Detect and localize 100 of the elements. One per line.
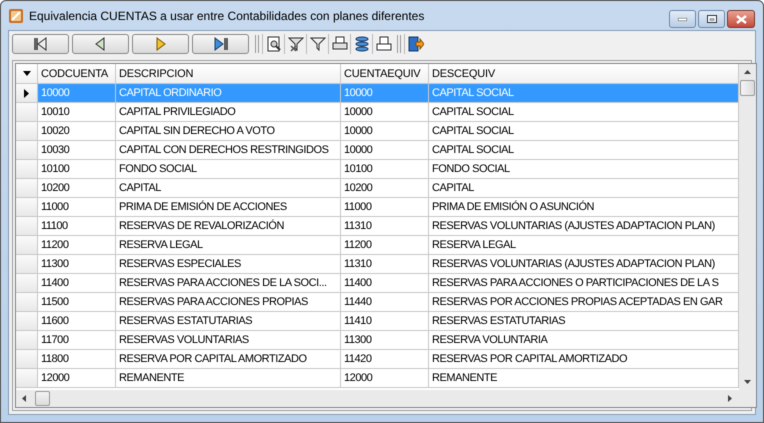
table-cell: RESERVAS PARA ACCIONES O PARTICIPACIONES DE LA S — [429, 274, 739, 293]
table-cell: FONDO SOCIAL — [116, 160, 341, 179]
maximize-icon — [706, 15, 716, 23]
table-cell: CAPITAL — [429, 179, 739, 198]
table-cell: 11100 — [38, 217, 116, 236]
table-cell: CAPITAL SOCIAL — [429, 103, 739, 122]
table-cell: 10000 — [341, 141, 429, 160]
column-header[interactable]: DESCEQUIV — [429, 64, 739, 84]
close-button[interactable] — [727, 10, 755, 28]
table-cell: 10000 — [38, 84, 116, 103]
table-cell: 10000 — [341, 84, 429, 103]
table-cell: RESERVAS ESPECIALES — [116, 255, 341, 274]
table-cell: 11310 — [341, 255, 429, 274]
table-cell: 11410 — [341, 312, 429, 331]
table-cell: RESERVAS VOLUNTARIAS (AJUSTES ADAPTACION PLAN) — [429, 255, 739, 274]
table-cell: 10030 — [38, 141, 116, 160]
exit-door-icon — [408, 36, 424, 52]
table-cell: 11000 — [38, 198, 116, 217]
table-cell: 11700 — [38, 331, 116, 350]
table-cell: RESERVAS ESTATUTARIAS — [429, 312, 739, 331]
current-row-icon — [24, 88, 29, 98]
window-title: Equivalencia CUENTAS a usar entre Contabilidades con planes diferentes — [29, 8, 424, 24]
column-header[interactable]: CUENTAEQUIV — [341, 64, 429, 84]
table-cell: 11600 — [38, 312, 116, 331]
scroll-up-icon — [744, 70, 751, 74]
scroll-down-icon — [744, 380, 751, 384]
table-cell: RESERVAS POR CAPITAL AMORTIZADO — [429, 350, 739, 369]
table-cell: RESERVAS VOLUNTARIAS — [116, 331, 341, 350]
table-cell: CAPITAL SOCIAL — [429, 84, 739, 103]
scroll-thumb[interactable] — [740, 80, 755, 96]
table-cell: 11200 — [38, 236, 116, 255]
minimize-button[interactable] — [669, 10, 696, 28]
first-record-icon — [32, 36, 48, 52]
last-record-button[interactable] — [192, 34, 249, 54]
scroll-left-icon — [22, 395, 26, 402]
table-cell: 11440 — [341, 293, 429, 312]
table-cell: PRIMA DE EMISIÓN O ASUNCIÓN — [429, 198, 739, 217]
first-record-button[interactable] — [12, 34, 69, 54]
printer-button[interactable] — [372, 34, 394, 54]
table-cell: 10000 — [341, 122, 429, 141]
printer-button[interactable] — [328, 34, 350, 54]
dropdown-arrow-icon — [22, 71, 30, 76]
table-cell: RESERVAS ESTATUTARIAS — [116, 312, 341, 331]
table-cell: RESERVA LEGAL — [429, 236, 739, 255]
table-cell: REMANENTE — [116, 369, 341, 388]
exit-door-button[interactable] — [404, 34, 426, 54]
table-cell: 10200 — [341, 179, 429, 198]
table-cell: 11400 — [341, 274, 429, 293]
table-cell: 11000 — [341, 198, 429, 217]
table-cell: RESERVA POR CAPITAL AMORTIZADO — [116, 350, 341, 369]
table-cell: 10100 — [341, 160, 429, 179]
table-cell: CAPITAL SOCIAL — [429, 141, 739, 160]
scroll-thumb[interactable] — [35, 391, 50, 406]
table-cell: CAPITAL — [116, 179, 341, 198]
table-cell: 11300 — [38, 255, 116, 274]
column-header[interactable]: CODCUENTA — [38, 64, 116, 84]
table-cell: 11500 — [38, 293, 116, 312]
minimize-icon — [678, 18, 687, 20]
table-cell: 10100 — [38, 160, 116, 179]
column-header[interactable]: DESCRIPCION — [116, 64, 341, 84]
table-cell: 11300 — [341, 331, 429, 350]
table-cell: 11400 — [38, 274, 116, 293]
table-cell: 12000 — [341, 369, 429, 388]
table-cell: RESERVAS VOLUNTARIAS (AJUSTES ADAPTACION PLAN) — [429, 217, 739, 236]
funnel-icon — [310, 36, 326, 52]
preview-icon — [266, 36, 282, 52]
table-cell: REMANENTE — [429, 369, 739, 388]
table-cell: PRIMA DE EMISIÓN DE ACCIONES — [116, 198, 341, 217]
table-cell: RESERVA LEGAL — [116, 236, 341, 255]
stacked-layers-icon — [354, 36, 370, 52]
table-cell: RESERVAS POR ACCIONES PROPIAS ACEPTADAS EN GAR — [429, 293, 739, 312]
close-icon — [736, 14, 746, 24]
table-cell: 10020 — [38, 122, 116, 141]
previous-record-button[interactable] — [72, 34, 129, 54]
column-menu-button[interactable] — [16, 64, 38, 84]
table-cell: 11420 — [341, 350, 429, 369]
row-indicator[interactable] — [16, 84, 38, 103]
vertical-scrollbar[interactable] — [739, 64, 756, 390]
horizontal-scrollbar[interactable] — [16, 390, 756, 407]
table-cell: CAPITAL ORDINARIO — [116, 84, 341, 103]
funnel-cross-button[interactable] — [284, 34, 306, 54]
table-cell: 11200 — [341, 236, 429, 255]
maximize-button[interactable] — [698, 10, 725, 28]
app-icon — [8, 8, 24, 24]
table-cell: RESERVA VOLUNTARIA — [429, 331, 739, 350]
printer-icon — [376, 36, 392, 52]
table-cell: RESERVAS PARA ACCIONES DE LA SOCI... — [116, 274, 341, 293]
table-cell: 12000 — [38, 369, 116, 388]
table-cell: CAPITAL SIN DERECHO A VOTO — [116, 122, 341, 141]
funnel-button[interactable] — [306, 34, 328, 54]
table-cell: 10000 — [341, 103, 429, 122]
table-cell: 10010 — [38, 103, 116, 122]
next-record-button[interactable] — [132, 34, 189, 54]
funnel-cross-icon — [288, 36, 304, 52]
table-cell: 11800 — [38, 350, 116, 369]
printer-icon — [332, 36, 348, 52]
table-cell: CAPITAL CON DERECHOS RESTRINGIDOS — [116, 141, 341, 160]
scroll-right-icon — [728, 395, 732, 402]
table-cell: CAPITAL SOCIAL — [429, 122, 739, 141]
last-record-icon — [212, 36, 228, 52]
